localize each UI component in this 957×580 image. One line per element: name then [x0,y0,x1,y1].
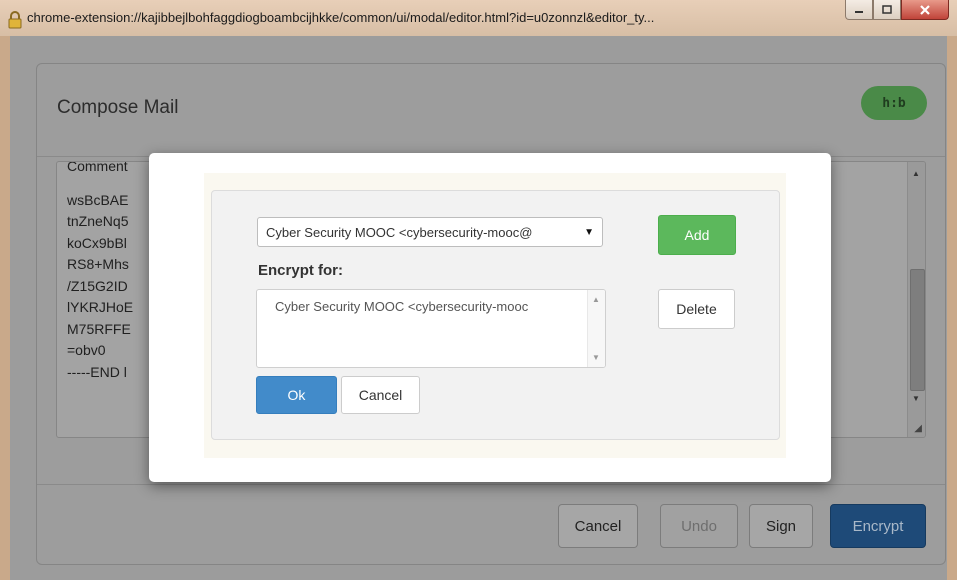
undo-button[interactable]: Undo [660,504,738,548]
lock-icon [8,11,22,29]
recipient-form: Cyber Security MOOC <cybersecurity-mooc@… [211,190,780,440]
scroll-down-icon[interactable]: ▼ [912,394,920,403]
maximize-icon [882,5,892,14]
editor-line: tnZneNq5 [67,213,129,229]
scroll-up-icon[interactable]: ▲ [592,295,600,304]
editor-line: -----END l [67,363,127,380]
recipient-select-value: Cyber Security MOOC <cybersecurity-mooc@ [266,225,533,240]
add-recipient-button[interactable]: Add [658,215,736,255]
maximize-button[interactable] [873,0,901,20]
editor-line: Comment [67,161,128,174]
encrypt-for-label: Encrypt for: [258,262,344,279]
close-button[interactable] [901,0,949,20]
dialog-cancel-button[interactable]: Cancel [341,376,420,414]
encrypt-recipients-dialog: Cyber Security MOOC <cybersecurity-mooc@… [149,153,831,482]
resize-grip-icon[interactable]: ◢ [914,423,922,434]
scroll-down-icon[interactable]: ▼ [592,353,600,362]
encrypt-button[interactable]: Encrypt [830,504,926,548]
close-icon [920,4,930,15]
recipient-list[interactable]: Cyber Security MOOC <cybersecurity-mooc … [256,289,606,368]
delete-recipient-button[interactable]: Delete [658,289,735,329]
editor-text: Comment wsBcBAE tnZneNq5 koCx9bBl RS8+Mh… [67,162,134,383]
editor-line: koCx9bBl [67,234,127,251]
editor-line: lYKRJHoE [67,299,134,315]
compose-footer [37,484,945,485]
window-right-border [947,36,957,580]
editor-line: RS8+Mhs [67,256,129,272]
minimize-icon [855,10,863,13]
window-controls [845,0,949,20]
window-url: chrome-extension://kajibbejlbohfaggdiogb… [27,10,655,25]
editor-scrollbar[interactable]: ▲ ▼ [907,162,925,437]
list-item[interactable]: Cyber Security MOOC <cybersecurity-mooc [275,299,580,314]
compose-header: Compose Mail h:b [37,64,945,157]
editor-line: =obv0 [67,342,106,358]
chevron-down-icon[interactable]: ▼ [581,218,594,246]
editor-line: M75RFFE [67,320,131,337]
scrollbar-thumb[interactable] [910,269,925,391]
recipient-select[interactable]: Cyber Security MOOC <cybersecurity-mooc@… [257,217,603,247]
dialog-body: Cyber Security MOOC <cybersecurity-mooc@… [204,173,786,458]
window-titlebar: chrome-extension://kajibbejlbohfaggdiogb… [0,0,957,37]
editor-line: wsBcBAE [67,191,129,208]
scroll-up-icon[interactable]: ▲ [912,169,920,178]
hb-badge[interactable]: h:b [861,86,927,120]
recipient-list-scrollbar[interactable]: ▲ ▼ [587,290,605,367]
page-title: Compose Mail [57,97,179,118]
cancel-button[interactable]: Cancel [558,504,638,548]
minimize-button[interactable] [845,0,873,20]
sign-button[interactable]: Sign [749,504,813,548]
editor-line: /Z15G2ID [67,277,128,294]
ok-button[interactable]: Ok [256,376,337,414]
window-left-border [0,36,10,580]
